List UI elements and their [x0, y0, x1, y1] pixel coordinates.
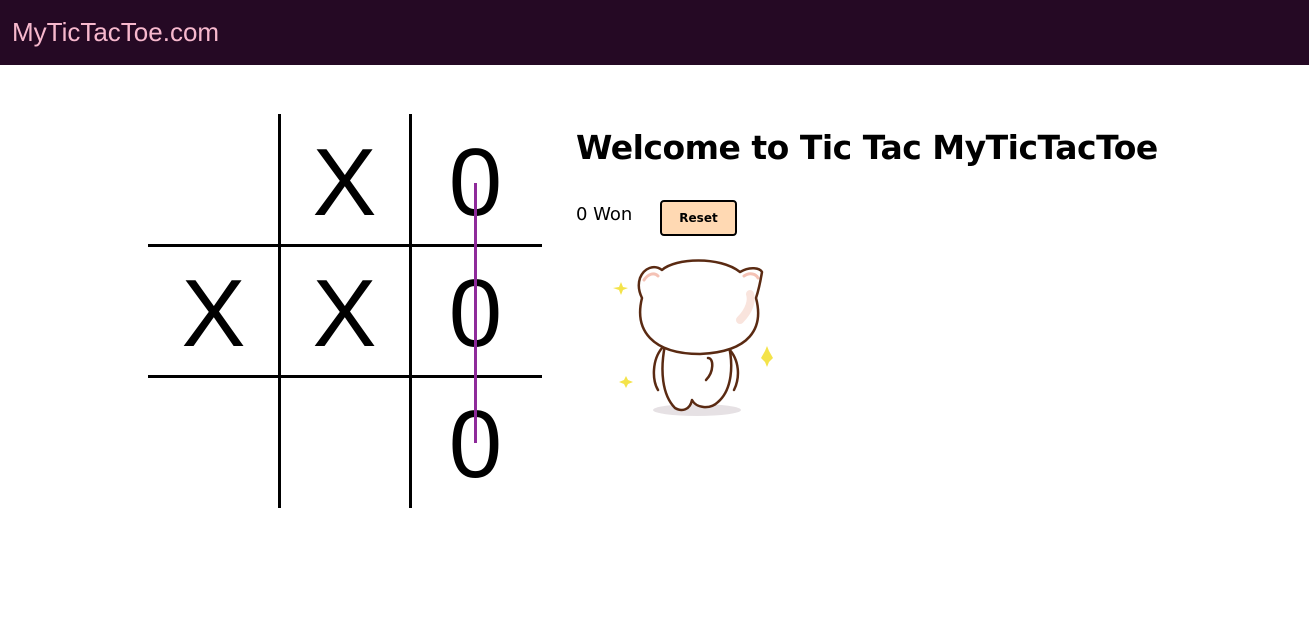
navbar: MyTicTacToe.com	[0, 0, 1309, 65]
welcome-title: Welcome to Tic Tac MyTicTacToe	[576, 128, 1158, 167]
board-cell-4[interactable]: X	[148, 245, 279, 376]
cell-mark: X	[312, 259, 377, 367]
board-cell-1[interactable]	[148, 114, 279, 245]
game-board: X 0 X X 0 0	[148, 114, 542, 508]
cat-mascot-icon	[613, 259, 773, 416]
board-cell-2[interactable]: X	[279, 114, 410, 245]
score-text: 0 Won	[576, 204, 633, 225]
board-cell-7[interactable]	[148, 376, 279, 507]
board-cell-8[interactable]	[279, 376, 410, 507]
cell-mark: X	[312, 128, 377, 236]
cell-mark: X	[181, 259, 246, 367]
brand-link[interactable]: MyTicTacToe.com	[12, 15, 219, 49]
reset-button[interactable]: Reset	[660, 200, 737, 236]
winning-line	[474, 183, 477, 443]
board-cell-5[interactable]: X	[279, 245, 410, 376]
